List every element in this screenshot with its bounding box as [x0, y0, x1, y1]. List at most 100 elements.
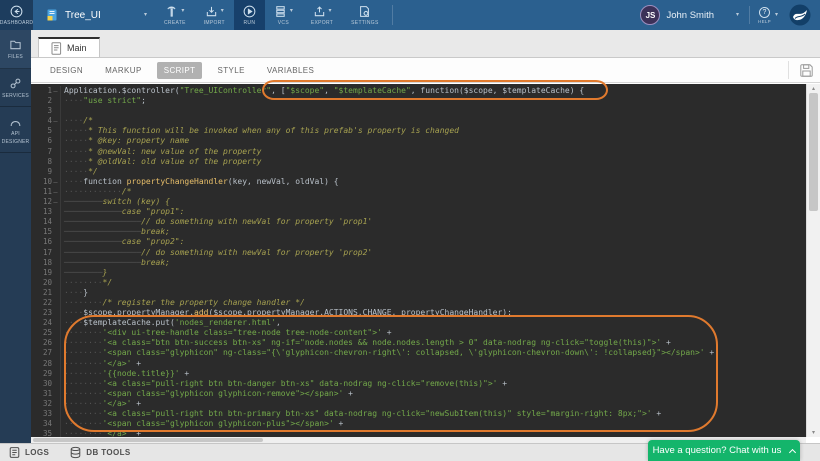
fold-marker-icon[interactable] [52, 348, 59, 358]
project-selector[interactable]: Tree_UI ▾ [33, 0, 155, 30]
fold-marker-icon[interactable] [52, 429, 59, 437]
code-line[interactable]: 6 ·····* @key: property name [31, 136, 806, 146]
code-line[interactable]: 22 ········/* register the property chan… [31, 298, 806, 308]
code-line[interactable]: 32 ········'</a>' + [31, 399, 806, 409]
tab-design[interactable]: DESIGN [43, 62, 90, 79]
code-line[interactable]: 24 ····$templateCache.put('nodes_rendere… [31, 318, 806, 328]
fold-marker-icon[interactable] [52, 399, 59, 409]
fold-marker-icon[interactable] [52, 409, 59, 419]
fold-marker-icon[interactable] [52, 288, 59, 298]
code-line[interactable]: 15 ────────────────break; [31, 227, 806, 237]
code-line[interactable]: 25 ········'<div ui-tree-handle class="t… [31, 328, 806, 338]
code-line[interactable]: 27 ········'<span class="glyphicon" ng-c… [31, 348, 806, 358]
code-line[interactable]: 10–····function propertyChangeHandler(ke… [31, 177, 806, 187]
code-line[interactable]: 28 ········'</a>' + [31, 359, 806, 369]
save-button[interactable] [788, 61, 814, 79]
fold-marker-icon[interactable]: – [52, 177, 59, 187]
fold-marker-icon[interactable] [52, 258, 59, 268]
tab-variables[interactable]: VARIABLES [260, 62, 321, 79]
fold-marker-icon[interactable] [52, 207, 59, 217]
topbar-menu-import[interactable]: ▾IMPORT [195, 0, 234, 30]
fold-marker-icon[interactable] [52, 227, 59, 237]
fold-marker-icon[interactable] [52, 318, 59, 328]
fold-marker-icon[interactable] [52, 237, 59, 247]
code-line[interactable]: 23 ····$scope.propertyManager.add($scope… [31, 308, 806, 318]
user-menu[interactable]: JS John Smith ▾ [630, 0, 749, 30]
scrollbar-thumb[interactable] [33, 438, 263, 442]
vertical-scrollbar[interactable]: ▴ ▾ [806, 84, 820, 437]
code-line[interactable]: 16 ────────────case "prop2": [31, 237, 806, 247]
fold-marker-icon[interactable] [52, 278, 59, 288]
chat-widget-button[interactable]: Have a question? Chat with us [648, 440, 800, 461]
topbar-menu-create[interactable]: ▾CREATE [155, 0, 195, 30]
code-line[interactable]: 9 ·····*/ [31, 167, 806, 177]
code-line[interactable]: 29 ········'{{node.title}}' + [31, 369, 806, 379]
code-line[interactable]: 3 [31, 106, 806, 116]
fold-marker-icon[interactable] [52, 298, 59, 308]
code-line[interactable]: 12–────────switch (key) { [31, 197, 806, 207]
code-editor[interactable]: 1–Application.$controller("Tree_UIContro… [31, 84, 806, 437]
scroll-up-icon[interactable]: ▴ [807, 85, 820, 92]
code-line[interactable]: 2 ····"use strict"; [31, 96, 806, 106]
code-line[interactable]: 7 ·····* @newVal: new value of the prope… [31, 147, 806, 157]
code-line[interactable]: 18 ────────────────break; [31, 258, 806, 268]
topbar-menu-vcs[interactable]: ▾VCS [265, 0, 302, 30]
code-line[interactable]: 4–····/* [31, 116, 806, 126]
topbar-menu-export[interactable]: ▾EXPORT [302, 0, 342, 30]
fold-marker-icon[interactable] [52, 157, 59, 167]
fold-marker-icon[interactable] [52, 248, 59, 258]
fold-marker-icon[interactable] [52, 419, 59, 429]
help-menu[interactable]: ? HELP ▾ [750, 0, 786, 30]
fold-marker-icon[interactable] [52, 308, 59, 318]
tab-markup[interactable]: MARKUP [98, 62, 149, 79]
statusbar-item-logs[interactable]: LOGS [8, 446, 49, 459]
code-line[interactable]: 19 ────────} [31, 268, 806, 278]
code-line[interactable]: 31 ········'<span class="glyphicon glyph… [31, 389, 806, 399]
fold-marker-icon[interactable]: – [52, 187, 59, 197]
fold-marker-icon[interactable]: – [52, 86, 59, 96]
code-line[interactable]: 20 ········*/ [31, 278, 806, 288]
fold-marker-icon[interactable]: – [52, 197, 59, 207]
code-line[interactable]: 1–Application.$controller("Tree_UIContro… [31, 86, 806, 96]
fold-marker-icon[interactable] [52, 369, 59, 379]
fold-marker-icon[interactable] [52, 389, 59, 399]
code-line[interactable]: 35 ········'</a>' + [31, 429, 806, 437]
code-line[interactable]: 21 ····} [31, 288, 806, 298]
tab-script[interactable]: SCRIPT [157, 62, 203, 79]
fold-marker-icon[interactable] [52, 126, 59, 136]
scrollbar-thumb[interactable] [809, 93, 818, 211]
scroll-down-icon[interactable]: ▾ [807, 429, 820, 436]
fold-marker-icon[interactable] [52, 167, 59, 177]
fold-marker-icon[interactable] [52, 217, 59, 227]
code-line[interactable]: 17 ────────────────// do something with … [31, 248, 806, 258]
statusbar-item-db-tools[interactable]: DB TOOLS [69, 446, 130, 459]
line-number: 33 [31, 409, 61, 419]
fold-marker-icon[interactable] [52, 328, 59, 338]
sidebar-item-api-designer[interactable]: API DESIGNER [0, 107, 31, 153]
code-line[interactable]: 14 ────────────────// do something with … [31, 217, 806, 227]
fold-marker-icon[interactable] [52, 106, 59, 116]
sidebar-item-files[interactable]: FILES [0, 30, 31, 69]
topbar-menu-settings[interactable]: SETTINGS [342, 0, 387, 30]
code-line[interactable]: 5 ·····* This function will be invoked w… [31, 126, 806, 136]
tab-style[interactable]: STYLE [210, 62, 251, 79]
fold-marker-icon[interactable]: – [52, 116, 59, 126]
fold-marker-icon[interactable] [52, 136, 59, 146]
code-line[interactable]: 8 ·····* @oldVal: old value of the prope… [31, 157, 806, 167]
fold-marker-icon[interactable] [52, 359, 59, 369]
code-line[interactable]: 13 ────────────case "prop1": [31, 207, 806, 217]
fold-marker-icon[interactable] [52, 147, 59, 157]
code-line[interactable]: 33 ········'<a class="pull-right btn btn… [31, 409, 806, 419]
code-line[interactable]: 34 ········'<span class="glyphicon glyph… [31, 419, 806, 429]
fold-marker-icon[interactable] [52, 96, 59, 106]
fold-marker-icon[interactable] [52, 338, 59, 348]
topbar-menu-run[interactable]: RUN [234, 0, 265, 30]
dashboard-button[interactable]: DASHBOARD [0, 0, 33, 30]
code-line[interactable]: 11–············/* [31, 187, 806, 197]
tab-main[interactable]: Main [38, 37, 100, 57]
sidebar-item-services[interactable]: SERVICES [0, 69, 31, 108]
code-line[interactable]: 26 ········'<a class="btn btn-success bt… [31, 338, 806, 348]
fold-marker-icon[interactable] [52, 268, 59, 278]
fold-marker-icon[interactable] [52, 379, 59, 389]
code-line[interactable]: 30 ········'<a class="pull-right btn btn… [31, 379, 806, 389]
